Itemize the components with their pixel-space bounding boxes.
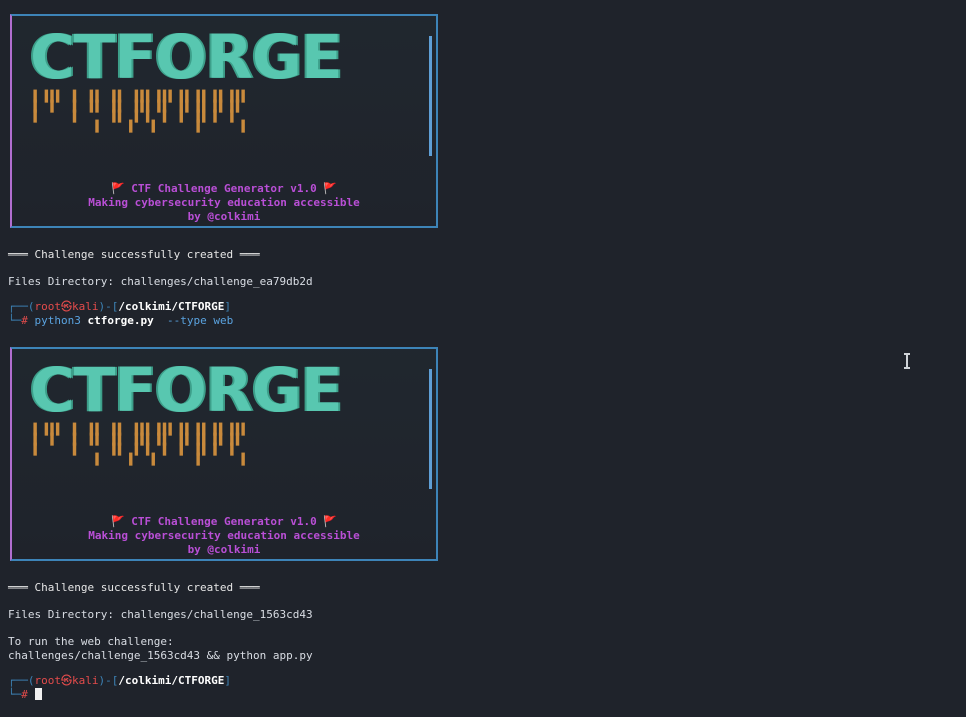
- text-cursor: [34, 688, 42, 700]
- prompt-host: kali: [72, 674, 99, 687]
- prompt-hash: #: [21, 688, 28, 701]
- prompt-header: ┌──(root㉿kali)-[/colkimi/CTFORGE]: [8, 300, 231, 313]
- banner-bottom: CTFORGE ▐ ▐▐▐ ▐ ▐▐ ▐▐ ▐▐▐ ▐▐▐ ▐▐ ▐▐ ▐▐ ▐…: [10, 347, 438, 561]
- prompt-user: root: [34, 674, 62, 687]
- banner-top: CTFORGE ▐ ▐▐▐ ▐ ▐▐ ▐▐ ▐▐▐ ▐▐▐ ▐▐ ▐▐ ▐▐ ▐…: [10, 14, 438, 228]
- banner-title-line: 🚩 CTF Challenge Generator v1.0 🚩: [12, 182, 436, 196]
- logo-drips: ▐ ▐▐▐ ▐ ▐▐ ▐▐ ▐▐▐ ▐▐▐ ▐▐ ▐▐ ▐▐ ▐▐▐ ▐ ▐ ▐…: [30, 90, 245, 133]
- prompt-input[interactable]: └─#: [8, 688, 42, 702]
- prompt-path: /colkimi/CTFORGE: [118, 674, 225, 687]
- command-script: ctforge.py: [87, 314, 154, 327]
- prompt-at: ㉿: [61, 674, 72, 687]
- flag-icon: 🚩: [110, 515, 125, 528]
- banner-author: by @colkimi: [187, 543, 261, 556]
- command-args: --type web: [166, 314, 234, 327]
- banner-title: CTF Challenge Generator v1.0: [131, 182, 317, 195]
- prompt-at: ㉿: [61, 300, 72, 313]
- prompt-host: kali: [72, 300, 99, 313]
- ascii-logo: CTFORGE: [30, 27, 422, 88]
- files-directory: Files Directory: challenges/challenge_ea…: [8, 275, 313, 288]
- mouse-ibeam-icon: [902, 353, 912, 369]
- banner-tagline: Making cybersecurity education accessibl…: [88, 196, 360, 209]
- banner-title-line: 🚩 CTF Challenge Generator v1.0 🚩: [12, 515, 436, 529]
- prompt-user: root: [34, 300, 62, 313]
- banner-author: by @colkimi: [187, 210, 261, 223]
- prompt-header: ┌──(root㉿kali)-[/colkimi/CTFORGE]: [8, 674, 231, 687]
- banner-right-bar: [429, 36, 432, 156]
- flag-icon: 🚩: [323, 515, 338, 528]
- run-command: challenges/challenge_1563cd43 && python …: [8, 649, 313, 662]
- run-hint: To run the web challenge:: [8, 635, 174, 648]
- status-message: ═══ Challenge successfully created ═══: [8, 248, 260, 261]
- command-program: python3: [34, 314, 81, 327]
- prompt-command: └─# python3 ctforge.py --type web: [8, 314, 234, 327]
- ascii-logo: CTFORGE: [30, 360, 422, 421]
- flag-icon: 🚩: [323, 182, 338, 195]
- status-message: ═══ Challenge successfully created ═══: [8, 581, 260, 594]
- banner-tagline: Making cybersecurity education accessibl…: [88, 529, 360, 542]
- prompt-path: /colkimi/CTFORGE: [118, 300, 225, 313]
- banner-title: CTF Challenge Generator v1.0: [131, 515, 317, 528]
- logo-drips: ▐ ▐▐▐ ▐ ▐▐ ▐▐ ▐▐▐ ▐▐▐ ▐▐ ▐▐ ▐▐ ▐▐▐ ▐ ▐ ▐…: [30, 423, 245, 466]
- prompt-hash: #: [21, 314, 28, 327]
- files-directory: Files Directory: challenges/challenge_15…: [8, 608, 313, 621]
- flag-icon: 🚩: [110, 182, 125, 195]
- banner-right-bar: [429, 369, 432, 489]
